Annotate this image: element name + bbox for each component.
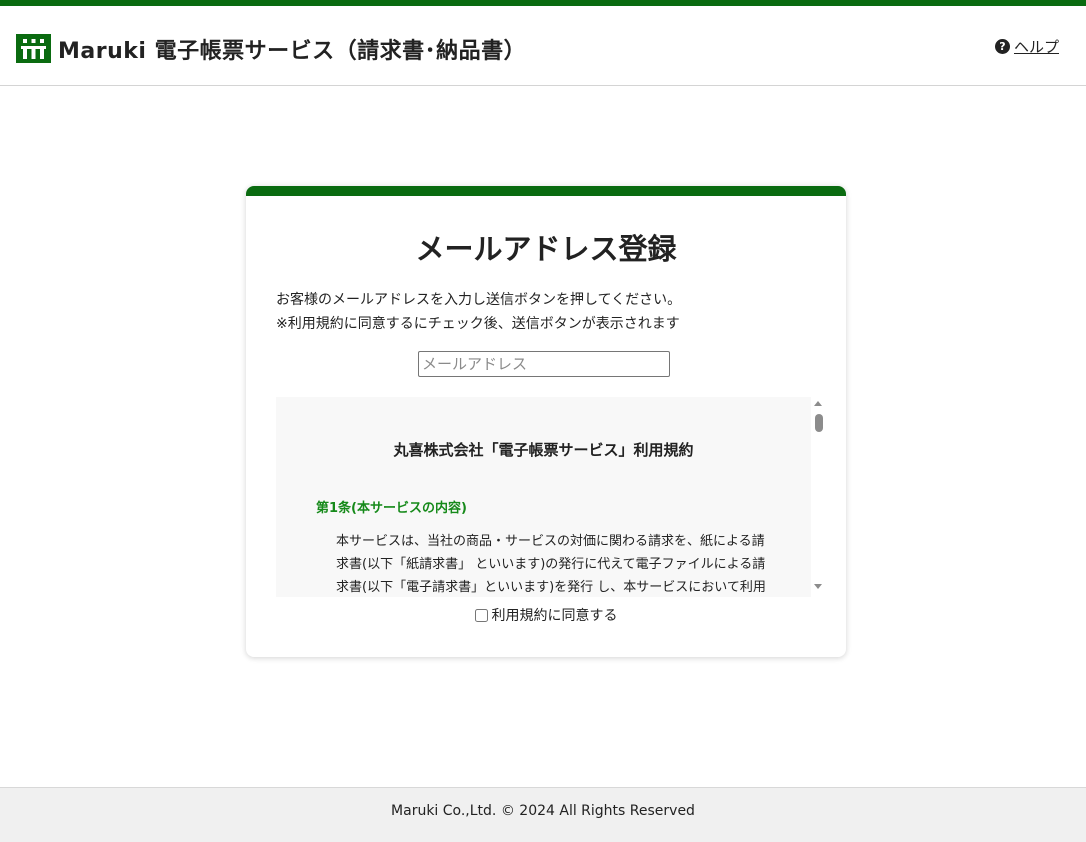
terms-article-1-body: 本サービスは、当社の商品・サービスの対価に関わる請求を、紙による請 求書(以下「… <box>336 530 766 597</box>
instruction-line-1: お客様のメールアドレスを入力し送信ボタンを押してください。 <box>276 292 682 308</box>
agree-terms-checkbox[interactable] <box>474 608 488 622</box>
help-icon: ? <box>994 39 1010 54</box>
terms-line: 求書(以下「電子請求書」といいます)を発行 し、本サービスにおいて利用 <box>336 580 766 595</box>
terms-line: 求書(以下「紙請求書」 といいます)の発行に代えて電子ファイルによる請 <box>336 557 766 572</box>
copyright-text: Maruki Co.,Ltd. © 2024 All Rights Reserv… <box>391 803 695 819</box>
agree-terms-row[interactable]: 利用規約に同意する <box>246 605 846 625</box>
agree-terms-label[interactable]: 利用規約に同意する <box>492 605 618 625</box>
scroll-down-arrow-icon[interactable] <box>814 584 822 589</box>
terms-line: 本サービスは、当社の商品・サービスの対価に関わる請求を、紙による請 <box>336 534 765 549</box>
terms-scrollbar[interactable] <box>811 397 826 597</box>
instruction-line-2: ※利用規約に同意するにチェック後、送信ボタンが表示されます <box>276 316 680 332</box>
scroll-thumb[interactable] <box>815 414 823 432</box>
instructions: お客様のメールアドレスを入力し送信ボタンを押してください。 ※利用規約に同意する… <box>276 288 816 336</box>
page-title: メールアドレス登録 <box>415 232 677 266</box>
terms-heading: 丸喜株式会社「電子帳票サービス」利用規約 <box>393 441 694 459</box>
help-label[interactable]: ヘルプ <box>1014 36 1059 57</box>
scroll-up-arrow-icon[interactable] <box>814 401 822 406</box>
email-registration-card: メールアドレス登録 お客様のメールアドレスを入力し送信ボタンを押してください。 … <box>246 186 846 657</box>
email-input[interactable] <box>418 351 670 377</box>
terms-article-1-title: 第1条(本サービスの内容) <box>316 501 467 516</box>
page-footer: Maruki Co.,Ltd. © 2024 All Rights Reserv… <box>0 787 1086 842</box>
maruki-logo-icon <box>16 34 51 63</box>
app-header: Maruki 電子帳票サービス（請求書･納品書） ? ヘルプ <box>0 6 1086 86</box>
app-title: Maruki 電子帳票サービス（請求書･納品書） <box>58 39 527 64</box>
terms-scroll-box[interactable]: 丸喜株式会社「電子帳票サービス」利用規約 第1条(本サービスの内容) 本サービス… <box>276 397 826 597</box>
help-link[interactable]: ? ヘルプ <box>994 36 1059 57</box>
card-accent-bar <box>246 186 846 196</box>
terms-content: 丸喜株式会社「電子帳票サービス」利用規約 第1条(本サービスの内容) 本サービス… <box>276 397 811 597</box>
